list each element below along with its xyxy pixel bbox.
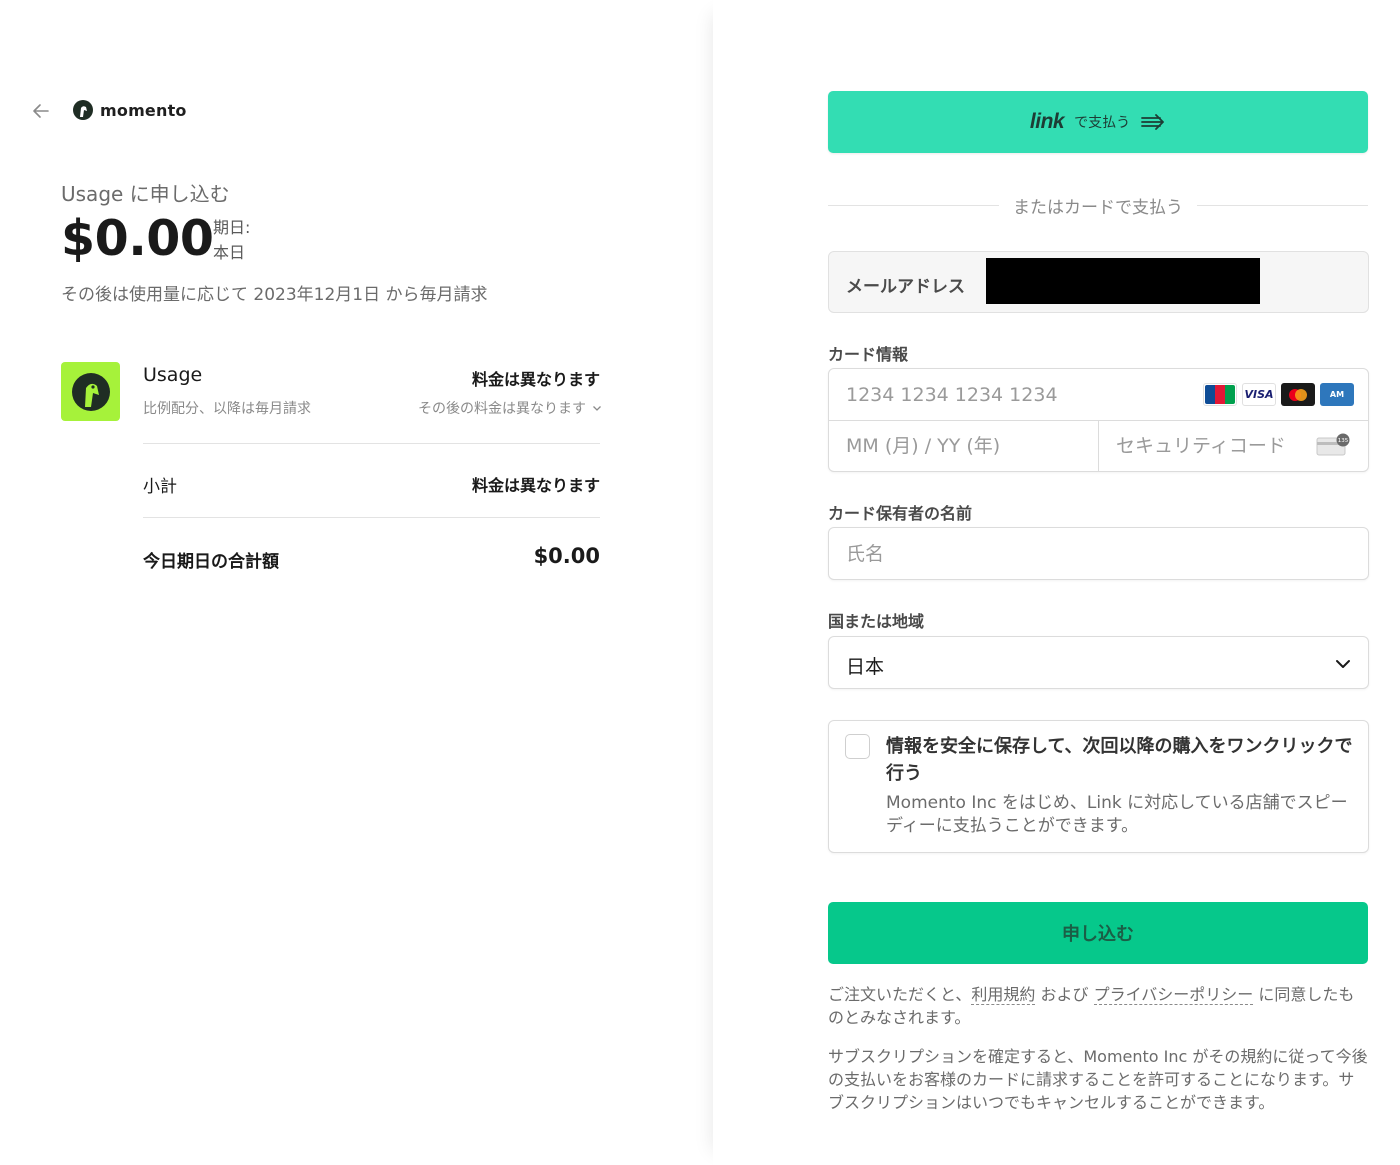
subscribe-title: Usage に申し込む [61, 182, 230, 206]
brand[interactable]: momento [72, 99, 187, 121]
cardholder-name-label: カード保有者の名前 [828, 504, 973, 523]
visa-icon: VISA [1242, 383, 1276, 406]
save-info-option: 情報を安全に保存して、次回以降の購入をワンクリックで行う Momento Inc… [828, 720, 1369, 853]
country-value: 日本 [846, 656, 885, 678]
chevron-down-icon [593, 406, 601, 411]
card-expiry-input[interactable] [829, 421, 1099, 471]
privacy-policy-link[interactable]: プライバシーポリシー [1093, 985, 1254, 1005]
amex-icon: AM [1320, 383, 1354, 406]
amount-due: $0.00 [61, 210, 214, 267]
back-arrow-icon[interactable] [30, 100, 52, 122]
mastercard-circles [1289, 388, 1307, 401]
jcb-icon [1203, 383, 1237, 406]
order-summary-panel: momento Usage に申し込む $0.00 期日: 本日 その後は使用量… [0, 0, 713, 1165]
or-divider: またはカードで支払う [828, 193, 1368, 218]
product-description: 比例配分、以降は毎月請求 [143, 401, 311, 417]
momento-logo-icon [73, 100, 93, 120]
terms-and: および [1035, 985, 1094, 1004]
save-info-description: Momento Inc をはじめ、Link に対応している店舗でスピーディーに支… [886, 793, 1348, 836]
momento-product-icon [71, 372, 110, 411]
subtotal-value: 料金は異なります [471, 476, 600, 495]
card-brand-list: VISA AM [1203, 383, 1354, 406]
country-label: 国または地域 [828, 612, 925, 631]
save-info-checkbox[interactable] [845, 734, 870, 759]
due-label: 期日: [213, 218, 251, 237]
double-arrow-right-icon [1141, 114, 1164, 130]
brand-name: momento [100, 100, 187, 120]
terms-link[interactable]: 利用規約 [971, 985, 1036, 1005]
divider [143, 517, 600, 518]
email-label: メールアドレス [846, 277, 965, 297]
mastercard-icon [1281, 383, 1315, 406]
divider-line [828, 205, 999, 206]
payment-panel: link で支払う またはカードで支払う メールアドレス カード情報 VISA [713, 0, 1400, 1165]
email-value-redacted [986, 258, 1260, 304]
due-value: 本日 [213, 243, 246, 262]
product-price: 料金は異なります [471, 370, 600, 389]
card-info-label: カード情報 [828, 345, 909, 364]
billing-note: その後は使用量に応じて 2023年12月1日 から毎月請求 [61, 285, 488, 305]
total-value: $0.00 [533, 544, 600, 568]
terms-notice: ご注文いただくと、利用規約 および プライバシーポリシー に同意したものとみなさ… [828, 983, 1368, 1029]
card-info-group: VISA AM 135 [828, 368, 1369, 472]
total-label: 今日期日の合計額 [143, 552, 279, 572]
country-select[interactable]: 日本 [828, 636, 1369, 689]
link-button-label: で支払う [1074, 114, 1131, 130]
price-details-toggle[interactable]: その後の料金は異なります [418, 398, 602, 418]
terms-prefix: ご注文いただくと、 [828, 985, 972, 1004]
divider [143, 443, 600, 444]
save-info-title: 情報を安全に保存して、次回以降の購入をワンクリックで行う [886, 736, 1353, 784]
chevron-down-icon [1336, 660, 1350, 668]
cvc-badge-text: 135 [1338, 438, 1349, 444]
due-date: 期日: 本日 [213, 215, 250, 265]
pay-with-link-button[interactable]: link で支払う [828, 91, 1368, 153]
card-cvc-icon: 135 [1316, 433, 1350, 456]
subtotal-label: 小計 [143, 477, 177, 497]
product-name: Usage [143, 364, 203, 386]
price-details-label: その後の料金は異なります [418, 401, 586, 417]
divider-line [1197, 205, 1368, 206]
cardholder-name-input[interactable] [828, 527, 1369, 580]
link-logo: link [1029, 110, 1065, 133]
email-field[interactable]: メールアドレス [828, 251, 1369, 313]
or-card-text: またはカードで支払う [1013, 198, 1183, 218]
subscribe-button[interactable]: 申し込む [828, 902, 1368, 964]
subscription-note: サブスクリプションを確定すると、Momento Inc がその規約に従って今後の… [828, 1047, 1368, 1112]
product-icon [61, 362, 120, 421]
visa-label: VISA [1244, 388, 1274, 401]
